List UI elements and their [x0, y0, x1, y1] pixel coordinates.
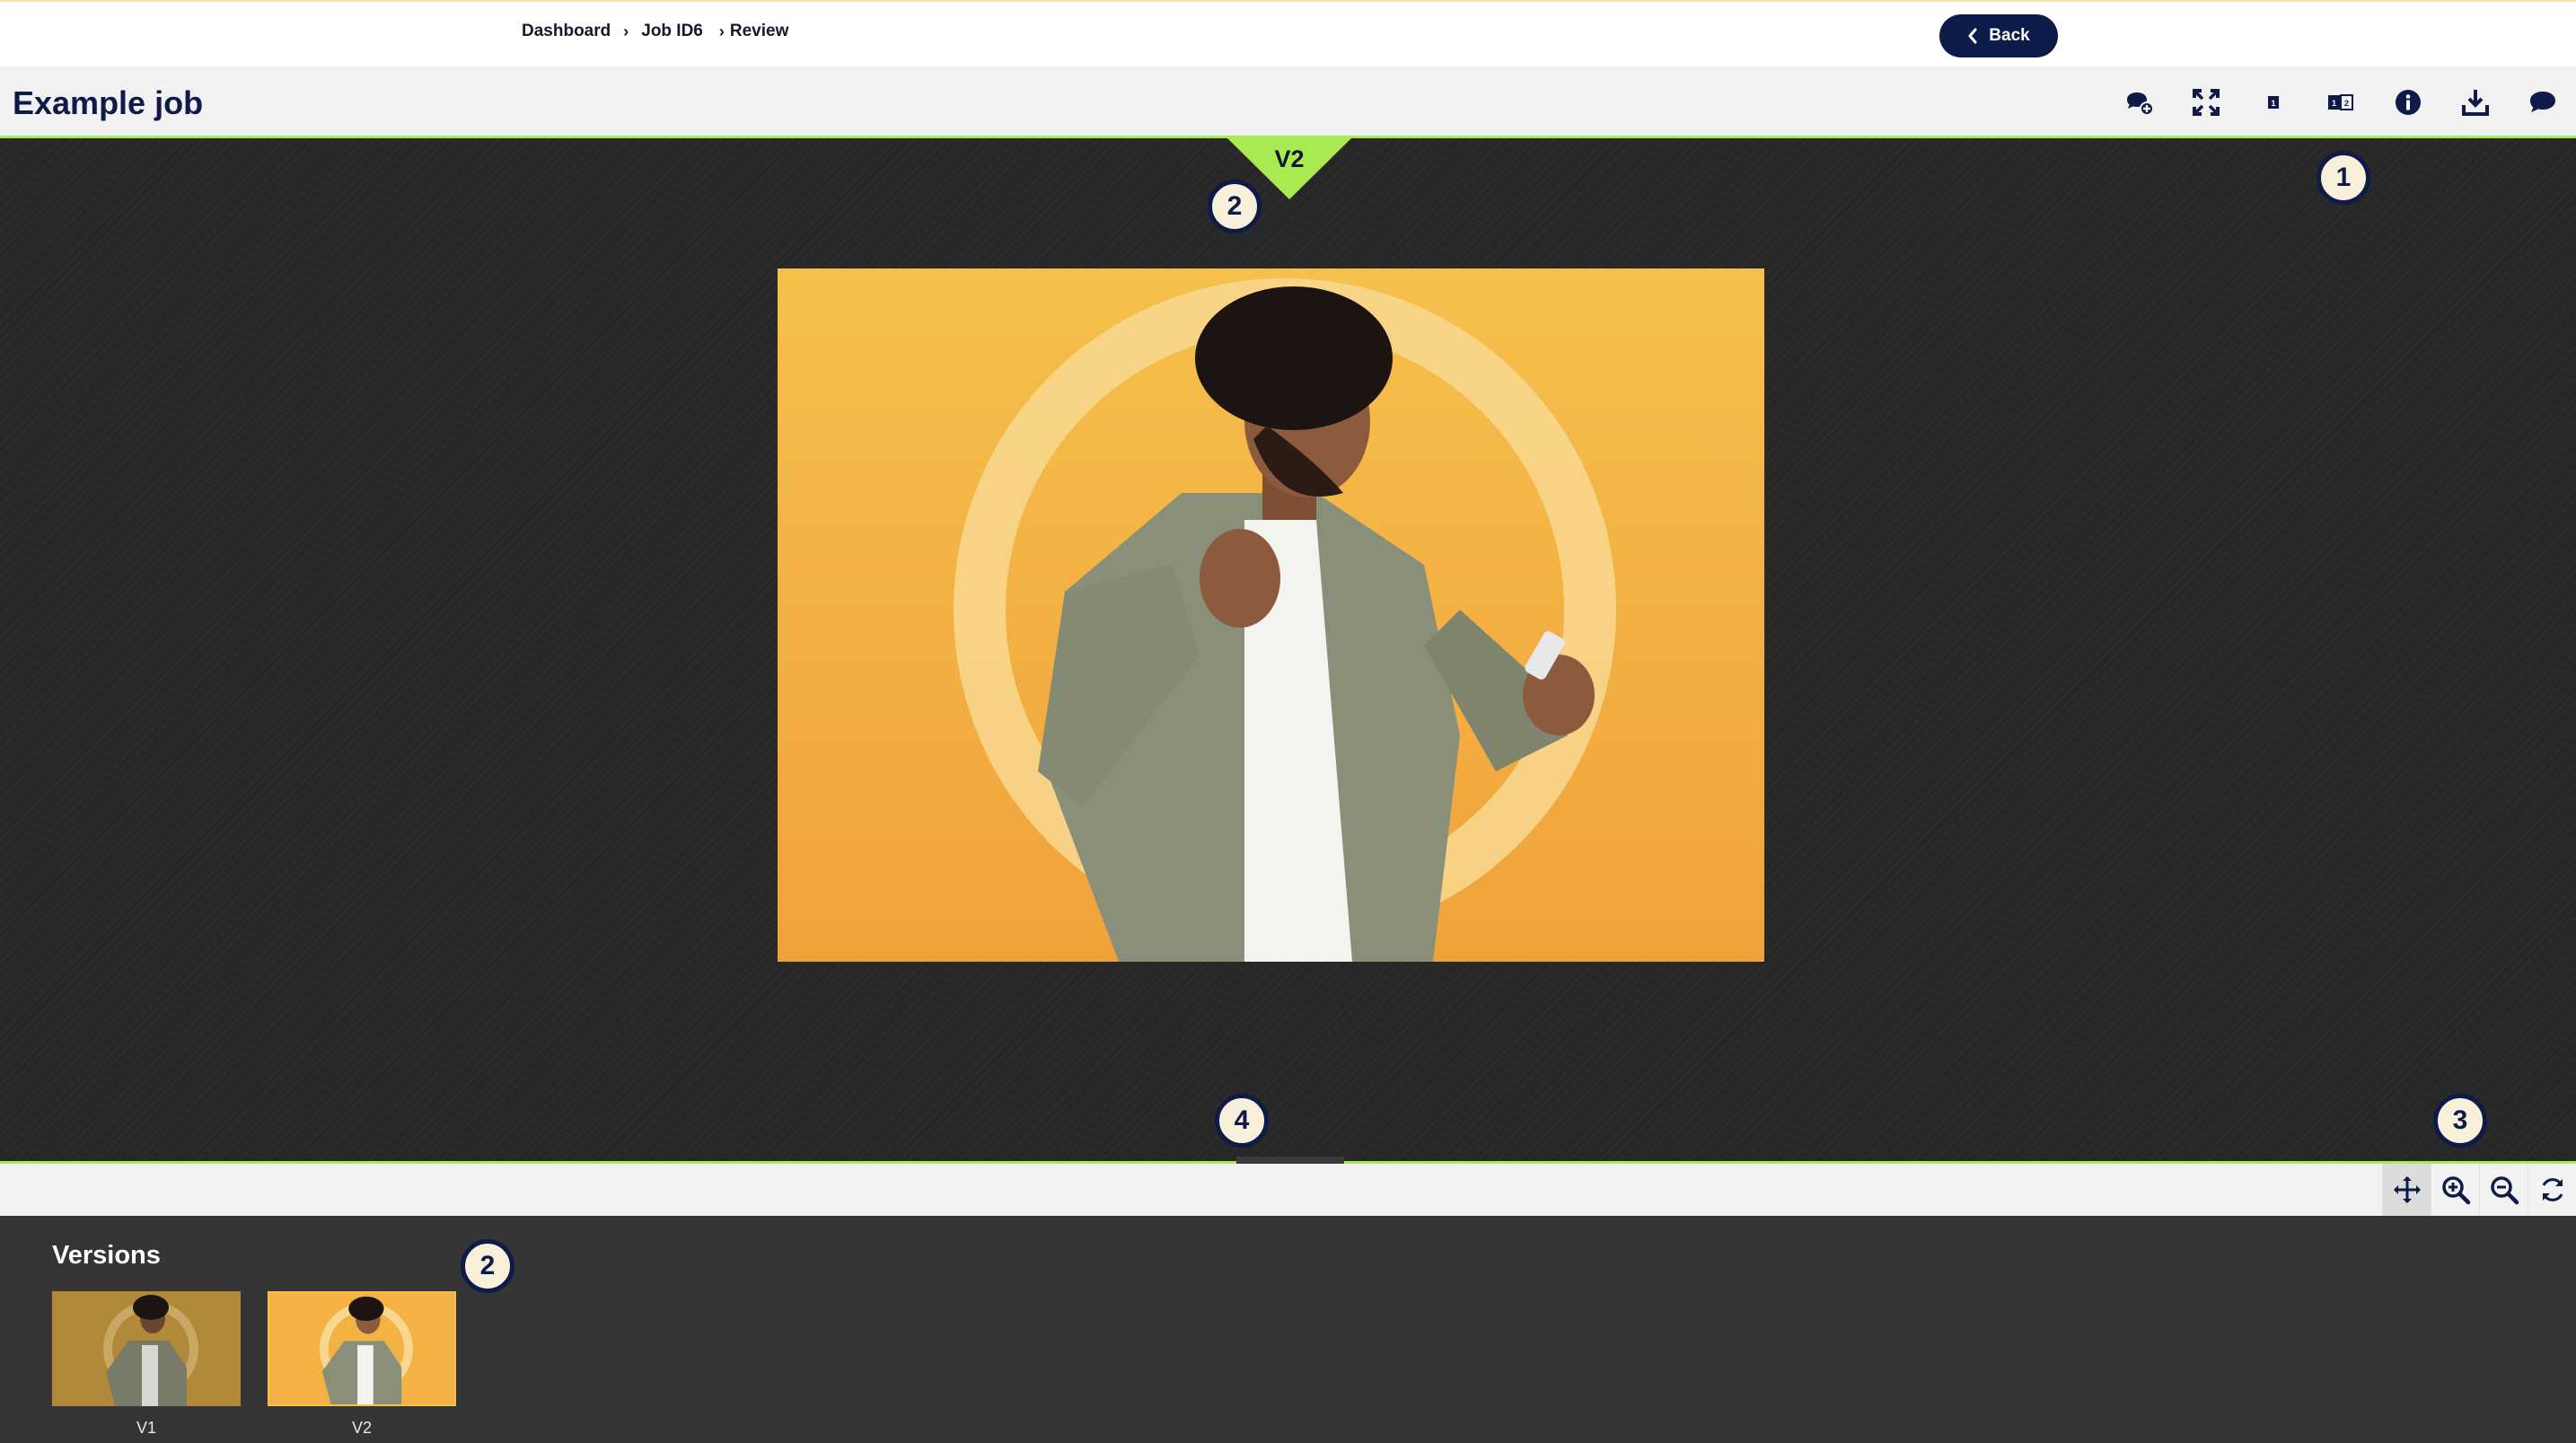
- comments-icon: [2529, 92, 2555, 112]
- zoom-out-button[interactable]: [2479, 1164, 2528, 1216]
- annotation-marker[interactable]: 3: [2433, 1094, 2487, 1148]
- breadcrumb: Dashboard › Job ID6 › Review: [522, 22, 788, 41]
- versions-panel: Versions 2 V1 V2: [0, 1216, 2576, 1443]
- breadcrumb-review: Review: [729, 22, 789, 40]
- breadcrumb-separator: ›: [623, 22, 629, 40]
- image-viewer[interactable]: V2 1 2 3 4: [0, 138, 2576, 1164]
- zoom-controls-bar: [0, 1164, 2576, 1216]
- download-button[interactable]: [2441, 84, 2509, 120]
- top-bar: Dashboard › Job ID6 › Review Back: [0, 0, 2576, 66]
- zoom-out-icon: [2490, 1176, 2519, 1205]
- add-comment-icon: [2126, 92, 2154, 116]
- version-label-v1: V1: [136, 1419, 157, 1437]
- add-comment-button[interactable]: [2105, 84, 2172, 120]
- current-version-label: V2: [1274, 145, 1305, 172]
- resize-handle[interactable]: [1236, 1157, 1344, 1164]
- zoom-in-icon: [2441, 1176, 2470, 1205]
- fullscreen-button[interactable]: [2172, 84, 2239, 120]
- fullscreen-icon: [2192, 89, 2220, 116]
- breadcrumb-job[interactable]: Job ID6: [641, 22, 703, 41]
- download-icon: [2461, 90, 2489, 116]
- info-icon: [2395, 90, 2421, 115]
- zoom-controls: [2382, 1164, 2576, 1216]
- comments-button[interactable]: [2509, 84, 2576, 120]
- version-label-v2: V2: [351, 1419, 373, 1437]
- svg-text:1: 1: [2271, 99, 2275, 108]
- compare-view-icon: 1 2: [2327, 94, 2353, 110]
- back-button-label: Back: [1989, 26, 2030, 45]
- move-icon: [2393, 1176, 2421, 1203]
- annotation-marker[interactable]: 4: [1215, 1094, 1269, 1148]
- single-view-icon: 1: [2267, 96, 2279, 109]
- version-v2-image: [269, 1293, 454, 1404]
- version-thumbnail-v1[interactable]: [52, 1291, 241, 1406]
- reset-icon: [2542, 1178, 2563, 1201]
- zoom-in-button[interactable]: [2431, 1164, 2479, 1216]
- svg-text:2: 2: [2343, 99, 2348, 108]
- review-image[interactable]: [778, 268, 1764, 962]
- annotation-marker[interactable]: 2: [461, 1239, 514, 1293]
- svg-text:1: 1: [2331, 99, 2335, 108]
- annotation-marker[interactable]: 1: [2317, 151, 2370, 205]
- man-with-phone-image: [778, 268, 1764, 962]
- back-button[interactable]: Back: [1939, 14, 2058, 57]
- breadcrumb-dashboard[interactable]: Dashboard: [522, 22, 611, 41]
- chevron-left-icon: [1968, 28, 1977, 44]
- move-button[interactable]: [2382, 1164, 2431, 1216]
- reset-zoom-button[interactable]: [2528, 1164, 2576, 1216]
- page-title: Example job: [13, 84, 204, 121]
- compare-view-button[interactable]: 1 2: [2307, 84, 2374, 120]
- viewer-toolbar: 1 1 2: [2105, 84, 2576, 120]
- version-thumbnail-v2[interactable]: [268, 1291, 456, 1406]
- version-v1-image: [52, 1291, 241, 1406]
- page-header: Example job 1 1 2: [0, 66, 2576, 138]
- single-view-button[interactable]: 1: [2239, 84, 2307, 120]
- info-button[interactable]: [2374, 84, 2441, 120]
- annotation-marker[interactable]: 2: [1208, 180, 1262, 233]
- versions-title: Versions: [52, 1241, 161, 1270]
- breadcrumb-separator: ›: [718, 22, 725, 40]
